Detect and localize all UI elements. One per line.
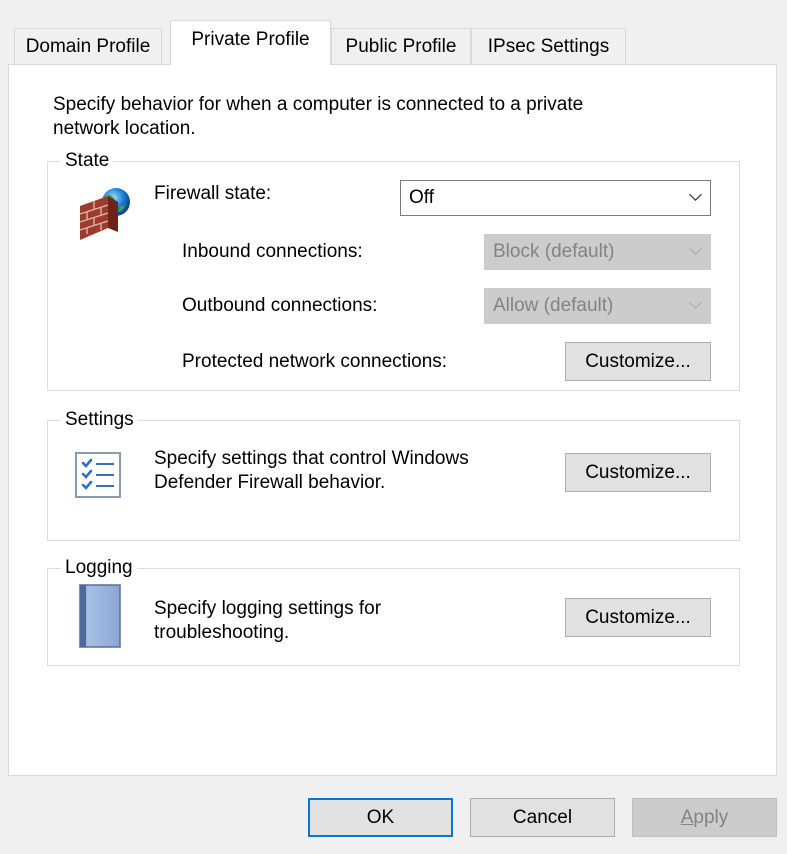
firewall-state-select[interactable]: Off [400, 180, 711, 216]
chevron-down-icon [689, 188, 702, 201]
settings-description-line1: Specify settings that control Windows [154, 448, 469, 469]
chevron-down-icon [689, 296, 702, 309]
logging-customize-button[interactable]: Customize... [565, 598, 711, 637]
tab-public-profile[interactable]: Public Profile [331, 28, 471, 64]
protected-network-connections-label: Protected network connections: [182, 351, 448, 372]
logging-description-line2: troubleshooting. [154, 622, 290, 643]
logging-legend: Logging [61, 557, 137, 579]
protected-network-customize-button[interactable]: Customize... [565, 342, 711, 381]
outbound-connections-select[interactable]: Allow (default) [484, 288, 711, 324]
tab-domain-profile[interactable]: Domain Profile [14, 28, 162, 64]
outbound-connections-value: Allow (default) [493, 295, 614, 316]
firewall-state-label: Firewall state: [154, 183, 272, 204]
logging-description-line1: Specify logging settings for [154, 598, 382, 619]
profile-description-line1: Specify behavior for when a computer is … [53, 94, 584, 115]
apply-button[interactable]: Apply [632, 798, 777, 837]
tab-ipsec-settings[interactable]: IPsec Settings [471, 28, 626, 64]
notebook-icon [78, 583, 122, 649]
settings-group: Settings Specify settings that control W… [47, 409, 740, 541]
tab-private-profile[interactable]: Private Profile [170, 20, 331, 65]
cancel-button[interactable]: Cancel [470, 798, 615, 837]
inbound-connections-value: Block (default) [493, 241, 615, 262]
inbound-connections-select[interactable]: Block (default) [484, 234, 711, 270]
outbound-connections-label: Outbound connections: [182, 295, 378, 316]
inbound-connections-label: Inbound connections: [182, 241, 363, 262]
checklist-icon [74, 451, 122, 499]
settings-description-line2: Defender Firewall behavior. [154, 472, 386, 493]
profile-description-line2: network location. [53, 118, 196, 139]
settings-customize-button[interactable]: Customize... [565, 453, 711, 492]
chevron-down-icon [689, 242, 702, 255]
state-legend: State [61, 150, 114, 172]
firewall-state-value: Off [409, 187, 434, 208]
firewall-brick-globe-icon [74, 184, 134, 244]
ok-button[interactable]: OK [308, 798, 453, 837]
state-group: State Firewall state: Off Inbound connec… [47, 150, 740, 391]
tab-panel: Specify behavior for when a computer is … [8, 64, 777, 776]
logging-group: Logging Specify logging settings for tro… [47, 557, 740, 666]
settings-legend: Settings [61, 409, 138, 431]
